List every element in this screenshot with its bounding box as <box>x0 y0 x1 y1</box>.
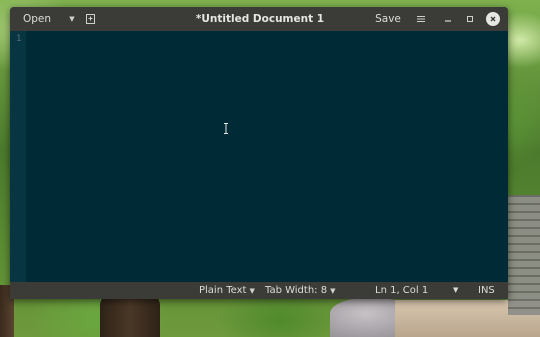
maximize-button[interactable] <box>463 12 477 26</box>
maximize-icon <box>467 16 473 22</box>
chevron-down-icon: ▼ <box>453 286 459 294</box>
save-button[interactable]: Save <box>370 11 406 27</box>
hamburger-menu-icon <box>417 16 425 22</box>
stone-pillar <box>508 195 540 315</box>
status-bar: Plain Text ▼ Tab Width: 8 ▼ Ln 1, Col 1 ▼ … <box>10 282 508 299</box>
text-editing-area[interactable] <box>26 31 508 282</box>
tree-trunk-middle <box>100 295 160 337</box>
new-document-button[interactable] <box>83 12 97 26</box>
chevron-down-icon: ▼ <box>330 287 336 295</box>
language-selector[interactable]: Plain Text ▼ <box>199 282 255 299</box>
open-dropdown-button[interactable]: ▼ <box>65 11 79 27</box>
window-title: *Untitled Document 1 <box>195 13 325 25</box>
line-number: 1 <box>16 34 22 44</box>
close-button[interactable] <box>486 12 500 26</box>
tab-width-label: Tab Width: 8 <box>265 285 328 296</box>
close-icon <box>490 16 496 22</box>
position-dropdown-button[interactable]: ▼ <box>453 282 458 299</box>
header-bar: Open ▼ *Untitled Document 1 Save <box>10 7 508 31</box>
minimize-button[interactable] <box>441 12 455 26</box>
text-cursor-icon <box>224 123 228 134</box>
language-label: Plain Text <box>199 285 247 296</box>
tab-width-selector[interactable]: Tab Width: 8 ▼ <box>265 282 335 299</box>
text-editor-window: Open ▼ *Untitled Document 1 Save 1 Plain… <box>10 7 508 299</box>
desktop-background: Open ▼ *Untitled Document 1 Save 1 Plain… <box>0 0 540 337</box>
new-document-icon <box>85 14 95 24</box>
minimize-icon <box>445 20 451 22</box>
menu-button[interactable] <box>414 12 428 26</box>
insert-mode-indicator[interactable]: INS <box>478 282 495 299</box>
open-button[interactable]: Open <box>15 11 65 27</box>
chevron-down-icon: ▼ <box>69 15 75 23</box>
chevron-down-icon: ▼ <box>249 287 255 295</box>
cursor-position[interactable]: Ln 1, Col 1 <box>375 282 428 299</box>
line-number-gutter <box>10 31 26 282</box>
